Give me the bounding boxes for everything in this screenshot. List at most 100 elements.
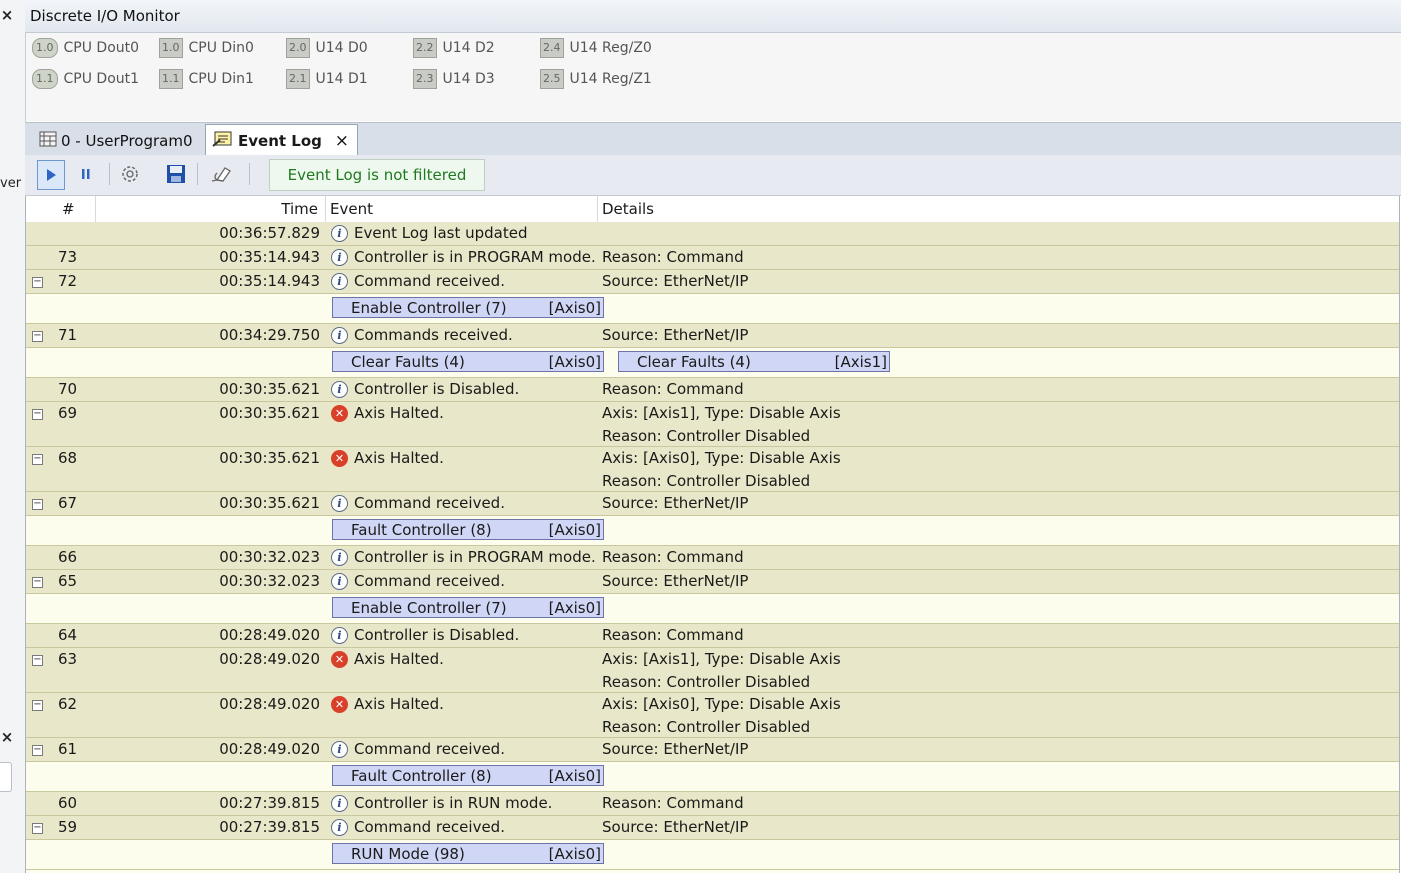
- column-header-details[interactable]: Details: [602, 200, 654, 218]
- io-indicator-badge: 1.1: [32, 69, 58, 89]
- event-text: Command received.: [354, 740, 505, 758]
- event-details: Axis: [Axis0], Type: Disable Axis: [602, 449, 841, 467]
- event-time: 00:30:35.621: [219, 380, 320, 398]
- io-point-label: U14 D2: [442, 40, 495, 56]
- left-panel-input[interactable]: [0, 762, 12, 792]
- event-row[interactable]: −61 00:28:49.020 i Command received. Source:…: [26, 738, 1399, 762]
- grid-rows: 00:36:57.829 i Event Log last updated 73 00:…: [26, 222, 1399, 870]
- close-tab-icon[interactable]: ×: [335, 131, 349, 151]
- event-details: Source: EtherNet/IP: [602, 740, 749, 758]
- event-time: 00:30:35.621: [219, 449, 320, 467]
- event-row[interactable]: −69 00:30:35.621 ✕ Axis Halted. Axis: [Axis1…: [26, 402, 1399, 447]
- event-row[interactable]: −62 00:28:49.020 ✕ Axis Halted. Axis: [Axis0…: [26, 693, 1399, 738]
- event-text: Command received.: [354, 572, 505, 590]
- command-name: RUN Mode (98): [351, 844, 465, 863]
- info-icon: i: [331, 272, 348, 290]
- io-indicator-badge: 2.2: [413, 38, 437, 58]
- event-details: Source: EtherNet/IP: [602, 272, 749, 290]
- command-chip: Enable Controller (7) [Axis0]: [332, 297, 604, 318]
- settings-button[interactable]: [117, 160, 143, 188]
- event-row[interactable]: −63 00:28:49.020 ✕ Axis Halted. Axis: [Axis1…: [26, 648, 1399, 693]
- play-button[interactable]: [37, 160, 65, 190]
- command-detail-row: Fault Controller (8) [Axis0]: [26, 762, 1399, 792]
- event-row[interactable]: 73 00:35:14.943 i Controller is in PROGRAM …: [26, 246, 1399, 270]
- event-text: Axis Halted.: [354, 650, 444, 668]
- column-header-event[interactable]: Event: [330, 200, 373, 218]
- info-icon: i: [331, 224, 348, 242]
- io-monitor-header: Discrete I/O Monitor: [25, 0, 1401, 33]
- clear-log-button[interactable]: [207, 160, 233, 188]
- io-point: 1.1 CPU Dout1: [32, 68, 139, 90]
- command-axis: [Axis0]: [548, 766, 601, 785]
- event-row[interactable]: −72 00:35:14.943 i Command received. Source:…: [26, 270, 1399, 294]
- event-row[interactable]: 66 00:30:32.023 i Controller is in PROGRAM …: [26, 546, 1399, 570]
- event-text: Controller is Disabled.: [354, 626, 520, 644]
- command-detail-row: Enable Controller (7) [Axis0]: [26, 294, 1399, 324]
- io-indicator-badge: 2.4: [540, 38, 564, 58]
- event-time: 00:35:14.943: [219, 248, 320, 266]
- event-row[interactable]: −67 00:30:35.621 i Command received. Source:…: [26, 492, 1399, 516]
- play-icon: [47, 169, 56, 181]
- event-details: Reason: Controller Disabled: [602, 673, 811, 691]
- save-button[interactable]: [163, 160, 189, 188]
- event-log-toolbar: Event Log is not filtered: [25, 155, 1401, 196]
- event-time: 00:35:14.943: [219, 272, 320, 290]
- event-row[interactable]: −68 00:30:35.621 ✕ Axis Halted. Axis: [Axis0…: [26, 447, 1399, 492]
- column-divider: [325, 196, 326, 222]
- io-point-label: U14 Reg/Z0: [569, 40, 652, 56]
- event-description: i Commands received.: [331, 326, 513, 344]
- command-detail-row: Fault Controller (8) [Axis0]: [26, 516, 1399, 546]
- command-name: Clear Faults (4): [351, 352, 465, 371]
- column-header-time[interactable]: Time: [26, 200, 318, 218]
- event-description: ✕ Axis Halted.: [331, 695, 444, 713]
- tab-event-log[interactable]: Event Log ×: [205, 124, 358, 156]
- event-row[interactable]: 64 00:28:49.020 i Controller is Disabled. Re…: [26, 624, 1399, 648]
- error-icon: ✕: [331, 695, 348, 713]
- close-icon[interactable]: ×: [0, 6, 14, 24]
- event-description: ✕ Axis Halted.: [331, 449, 444, 467]
- event-details: Reason: Command: [602, 626, 744, 644]
- event-description: i Command received.: [331, 740, 505, 758]
- event-row[interactable]: −59 00:27:39.815 i Command received. Source:…: [26, 816, 1399, 840]
- event-row[interactable]: −71 00:34:29.750 i Commands received. Source…: [26, 324, 1399, 348]
- tab-userprogram[interactable]: 0 - UserProgram0: [33, 126, 193, 156]
- event-time: 00:30:35.621: [219, 494, 320, 512]
- event-time: 00:27:39.815: [219, 794, 320, 812]
- event-row[interactable]: −65 00:30:32.023 i Command received. Source:…: [26, 570, 1399, 594]
- info-icon: i: [331, 326, 348, 344]
- info-icon: i: [331, 818, 348, 836]
- event-details: Axis: [Axis1], Type: Disable Axis: [602, 404, 841, 422]
- column-divider: [597, 196, 598, 222]
- event-text: Commands received.: [354, 326, 513, 344]
- document-tabstrip: 0 - UserProgram0 Event Log ×: [25, 122, 1401, 156]
- io-point-label: U14 Reg/Z1: [569, 71, 652, 87]
- pause-button[interactable]: [73, 160, 99, 188]
- filter-status-label: Event Log is not filtered: [269, 159, 485, 191]
- event-details: Reason: Command: [602, 380, 744, 398]
- io-indicator-badge: 2.0: [286, 38, 310, 58]
- command-axis: [Axis0]: [548, 352, 601, 371]
- event-row[interactable]: 70 00:30:35.621 i Controller is Disabled. Re…: [26, 378, 1399, 402]
- close-icon[interactable]: ×: [0, 728, 14, 746]
- command-detail-row: Enable Controller (7) [Axis0]: [26, 594, 1399, 624]
- event-details: Reason: Controller Disabled: [602, 427, 811, 445]
- event-description: ✕ Axis Halted.: [331, 404, 444, 422]
- command-axis: [Axis0]: [548, 520, 601, 539]
- error-icon: ✕: [331, 404, 348, 422]
- event-text: Event Log last updated: [354, 224, 528, 242]
- save-icon: [167, 165, 185, 183]
- event-row[interactable]: 60 00:27:39.815 i Controller is in RUN mode…: [26, 792, 1399, 816]
- left-panel-partial-label: ver: [0, 176, 22, 191]
- event-description: i Command received.: [331, 818, 505, 836]
- event-details: Reason: Command: [602, 548, 744, 566]
- event-details: Axis: [Axis0], Type: Disable Axis: [602, 695, 841, 713]
- io-point: 2.1 U14 D1: [286, 68, 368, 90]
- io-point: 2.4 U14 Reg/Z0: [540, 37, 652, 59]
- event-row[interactable]: 00:36:57.829 i Event Log last updated: [26, 222, 1399, 246]
- event-text: Command received.: [354, 818, 505, 836]
- io-point: 1.1 CPU Din1: [159, 68, 254, 90]
- event-details: Source: EtherNet/IP: [602, 494, 749, 512]
- event-text: Controller is Disabled.: [354, 380, 520, 398]
- event-text: Controller is in PROGRAM mode.: [354, 248, 596, 266]
- event-time: 00:30:32.023: [219, 548, 320, 566]
